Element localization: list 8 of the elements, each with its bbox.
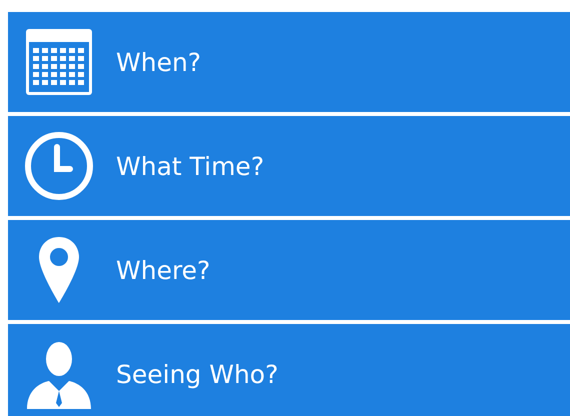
clock-icon (24, 131, 94, 201)
menu-item[interactable]: What Time? (8, 116, 570, 216)
location-pin-icon (37, 235, 81, 305)
calendar-icon (25, 28, 93, 96)
menu-item[interactable]: Seeing Who? (8, 324, 570, 416)
person-icon (25, 339, 93, 409)
menu-item[interactable]: When? (8, 12, 570, 112)
menu-item[interactable]: Where? (8, 220, 570, 320)
